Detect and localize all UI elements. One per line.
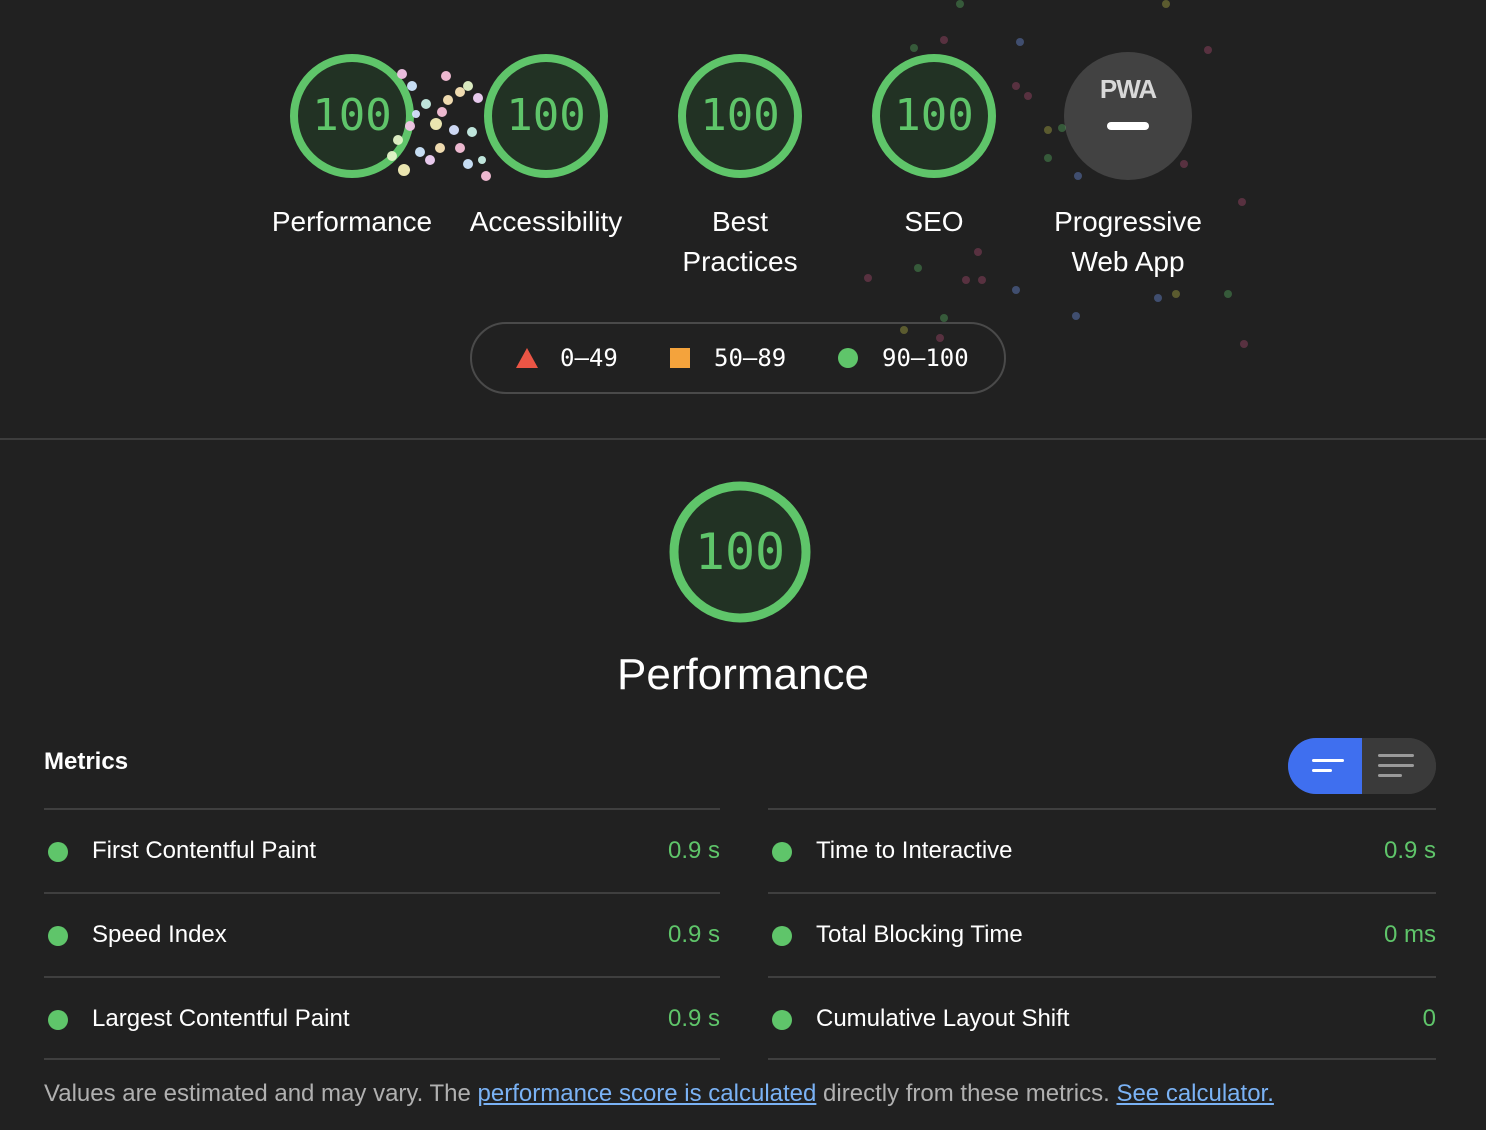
score-value: 100 xyxy=(694,523,786,581)
metric-name: First Contentful Paint xyxy=(92,837,317,864)
metric-row[interactable]: Cumulative Layout Shift 0 xyxy=(768,976,1436,1060)
score-legend: 0–49 50–89 90–100 xyxy=(470,322,1006,394)
metric-value: 0.9 s xyxy=(667,837,720,864)
performance-score-gauge: 100 xyxy=(668,480,812,624)
metric-name: Speed Index xyxy=(92,921,227,948)
footnote-text: directly from these metrics. xyxy=(816,1080,1117,1107)
circle-icon xyxy=(838,348,858,368)
metric-value: 0 xyxy=(1422,1005,1436,1032)
lines-icon xyxy=(1378,774,1402,777)
lines-icon xyxy=(1378,754,1414,757)
expanded-view-button[interactable] xyxy=(1362,738,1436,794)
metric-row[interactable]: First Contentful Paint 0.9 s xyxy=(44,808,720,892)
metric-value: 0.9 s xyxy=(667,1005,720,1032)
score-calculation-link[interactable]: performance score is calculated xyxy=(478,1080,817,1107)
pass-circle-icon xyxy=(772,926,792,946)
metric-row[interactable]: Total Blocking Time 0 ms xyxy=(768,892,1436,976)
metric-name: Largest Contentful Paint xyxy=(92,1005,350,1032)
pass-circle-icon xyxy=(772,842,792,862)
metrics-column-right: Time to Interactive 0.9 s Total Blocking… xyxy=(768,808,1436,1060)
summary-view-button[interactable] xyxy=(1288,738,1362,794)
legend-range: 90–100 xyxy=(882,344,969,372)
metrics-footnote: Values are estimated and may vary. The p… xyxy=(44,1080,1274,1108)
see-calculator-link[interactable]: See calculator. xyxy=(1116,1080,1273,1107)
pass-circle-icon xyxy=(48,1010,68,1030)
short-lines-icon xyxy=(1312,769,1332,772)
metric-row[interactable]: Time to Interactive 0.9 s xyxy=(768,808,1436,892)
metric-value: 0.9 s xyxy=(667,921,720,948)
metric-row[interactable]: Largest Contentful Paint 0.9 s xyxy=(44,976,720,1060)
metric-name: Total Blocking Time xyxy=(816,921,1023,948)
pass-circle-icon xyxy=(48,926,68,946)
square-icon xyxy=(670,348,690,368)
metric-row[interactable]: Speed Index 0.9 s xyxy=(44,892,720,976)
metric-name: Cumulative Layout Shift xyxy=(816,1005,1070,1032)
legend-range: 50–89 xyxy=(714,344,787,372)
metrics-column-left: First Contentful Paint 0.9 s Speed Index… xyxy=(44,808,720,1060)
pass-circle-icon xyxy=(772,1010,792,1030)
metric-value: 0.9 s xyxy=(1383,837,1436,864)
short-lines-icon xyxy=(1312,759,1344,762)
section-divider xyxy=(0,438,1486,440)
category-title: Performance xyxy=(617,650,869,699)
footnote-text: Values are estimated and may vary. The xyxy=(44,1080,478,1107)
metric-name: Time to Interactive xyxy=(816,837,1013,864)
metric-value: 0 ms xyxy=(1383,921,1436,948)
metrics-heading: Metrics xyxy=(44,748,129,775)
legend-range: 0–49 xyxy=(560,344,618,372)
pass-circle-icon xyxy=(48,842,68,862)
category-gauges: 100 Performance 100 Accessibility 100 Be… xyxy=(0,0,1486,438)
lines-icon xyxy=(1378,764,1414,767)
metrics-view-toggle[interactable] xyxy=(1288,738,1436,794)
triangle-icon xyxy=(516,348,538,368)
